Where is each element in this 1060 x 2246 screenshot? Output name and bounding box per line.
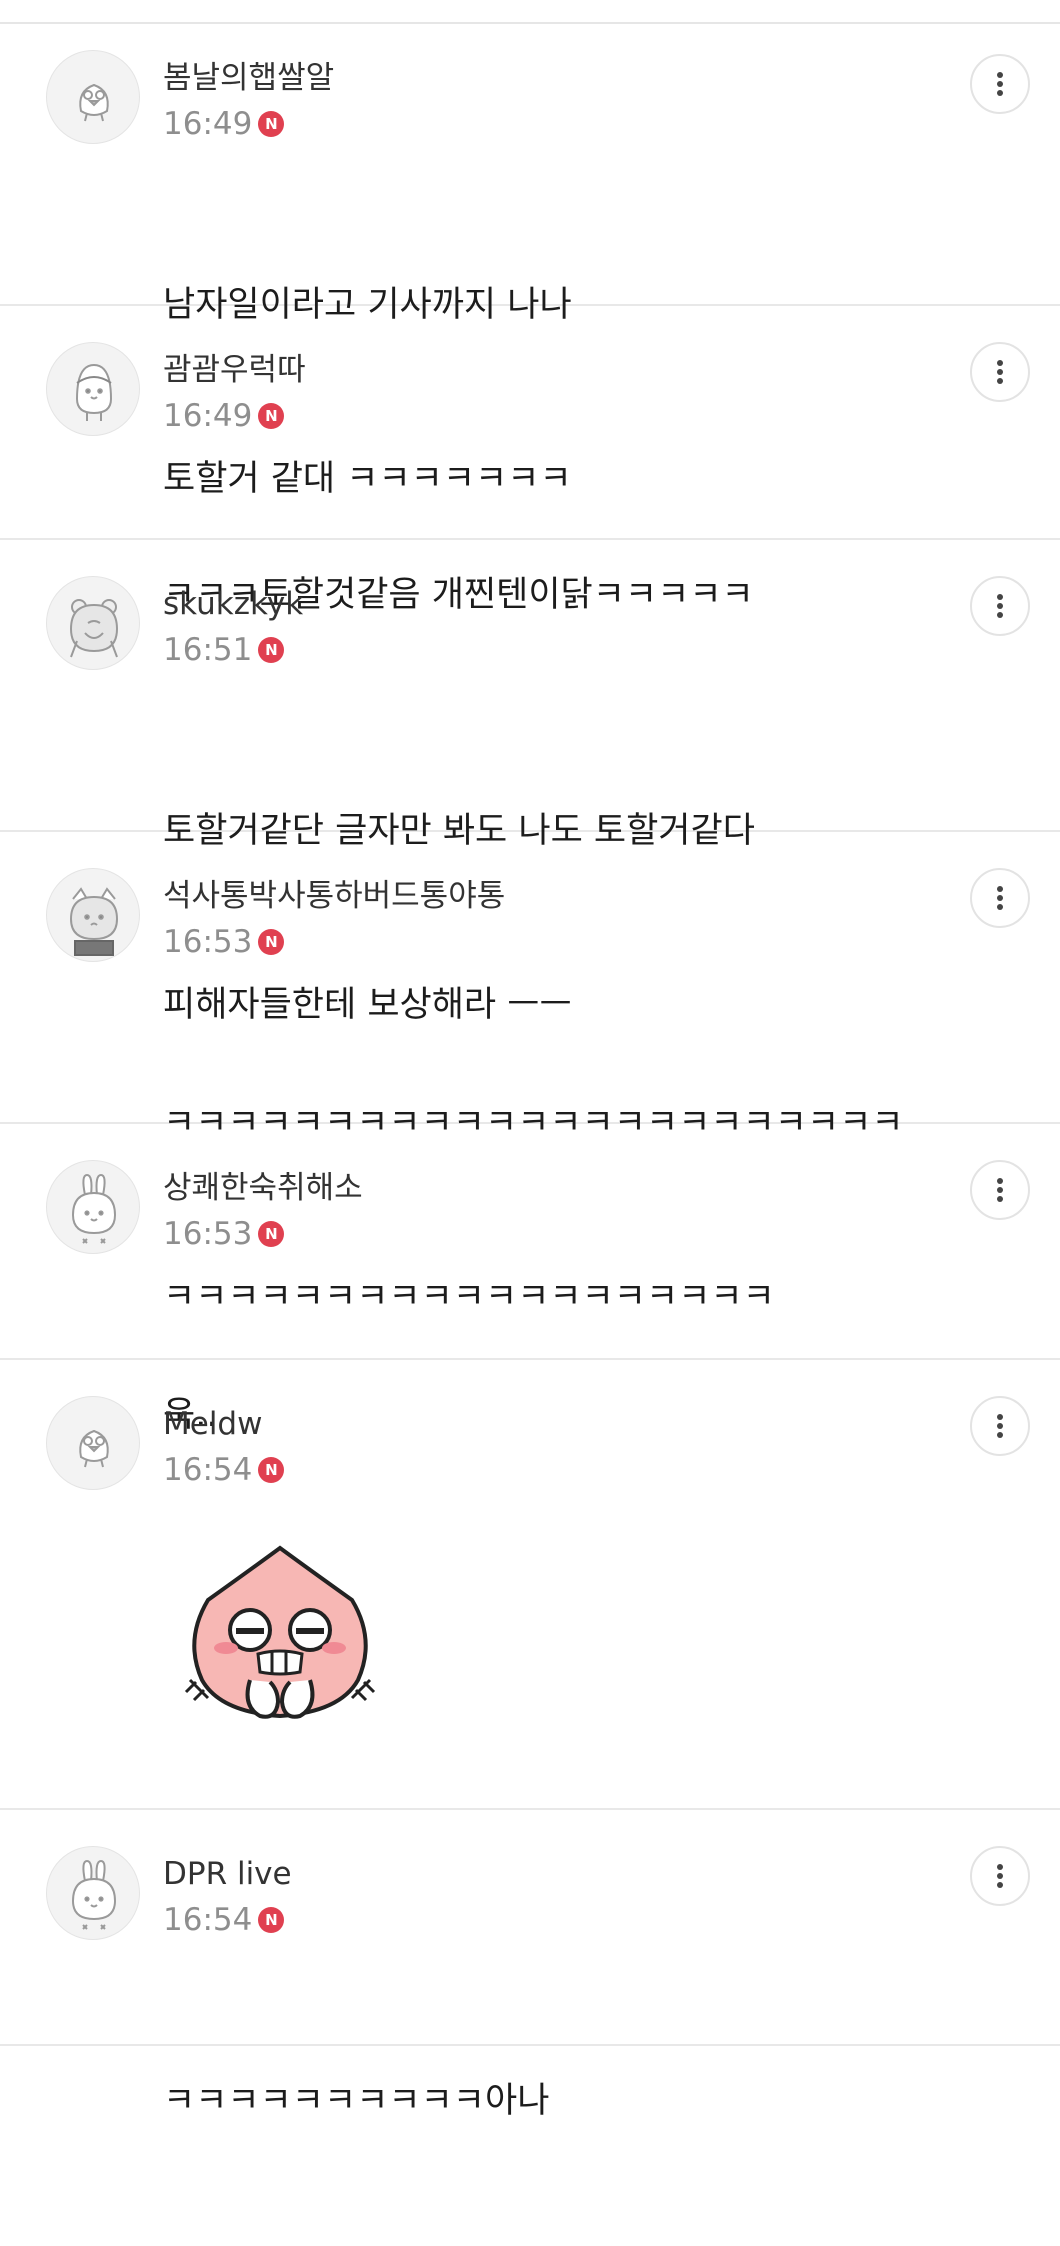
avatar[interactable] — [46, 50, 140, 144]
avatar[interactable] — [46, 342, 140, 436]
nickname[interactable]: 석사통박사통하버드통야통 — [163, 876, 505, 916]
more-vertical-icon — [997, 1414, 1003, 1438]
avatar[interactable] — [46, 576, 140, 670]
more-options-button[interactable] — [970, 868, 1030, 928]
nickname[interactable]: 봄날의햅쌀알 — [163, 58, 334, 98]
new-badge: N — [258, 111, 285, 137]
bird-character-icon — [79, 1429, 109, 1468]
timestamp: 16:49 — [163, 106, 253, 142]
sticker-image — [180, 1530, 380, 1750]
comment-line: ㅋㅋㅋㅋㅋㅋㅋㅋㅋㅋ아나 — [163, 2081, 550, 2121]
new-badge: N — [258, 637, 285, 663]
comment-text: ㅋㅋㅋㅋㅋㅋㅋㅋㅋㅋ아나 — [163, 1956, 549, 2246]
comment-meta: 16:53 N — [163, 1214, 285, 1254]
comment-item: 괌괌우럭따 16:49 N ㅋㅋㅋ토할것같음 개찐텐이닭ㅋㅋㅋㅋㅋ — [0, 306, 1060, 615]
timestamp: 16:53 — [163, 924, 253, 960]
more-options-button[interactable] — [970, 576, 1030, 636]
comment-item: 상쾌한숙취해소 16:53 N 욱.. — [0, 1124, 1060, 1435]
timestamp: 16:49 — [163, 398, 253, 434]
avatar[interactable] — [46, 868, 140, 962]
more-options-button[interactable] — [970, 342, 1030, 402]
comment-meta: 16:53 N — [163, 922, 285, 962]
timestamp: 16:54 — [163, 1902, 253, 1938]
peach-character-sticker — [184, 1545, 376, 1719]
nickname[interactable]: 괌괌우럭따 — [163, 350, 306, 390]
timestamp: 16:53 — [163, 1216, 253, 1252]
timestamp: 16:54 — [163, 1452, 253, 1488]
nickname[interactable]: 상쾌한숙취해소 — [163, 1168, 363, 1208]
comment-item: Meldw 16:54 N — [0, 1360, 1060, 1810]
avatar[interactable] — [46, 1846, 140, 1940]
more-options-button[interactable] — [970, 1160, 1030, 1220]
more-vertical-icon — [997, 1178, 1003, 1202]
comment-item: 석사통박사통하버드통야통 16:53 N ㅋㅋㅋㅋㅋㅋㅋㅋㅋㅋㅋㅋㅋㅋㅋㅋㅋㅋㅋ… — [0, 832, 1060, 1317]
more-vertical-icon — [997, 594, 1003, 618]
avatar[interactable] — [46, 1396, 140, 1490]
new-badge: N — [258, 1907, 285, 1933]
comment-meta: 16:51 N — [163, 630, 285, 670]
comment-item: 봄날의햅쌀알 16:49 N 남자일이라고 기사까지 나나 토할거 같대 ㅋㅋㅋ… — [0, 24, 1060, 499]
nickname[interactable]: skukzkyk — [163, 584, 303, 624]
more-vertical-icon — [997, 886, 1003, 910]
penguin-character-icon — [75, 363, 113, 421]
more-vertical-icon — [997, 72, 1003, 96]
more-vertical-icon — [997, 1864, 1003, 1888]
comment-meta: 16:54 N — [163, 1450, 285, 1490]
new-badge: N — [258, 929, 285, 955]
more-vertical-icon — [997, 360, 1003, 384]
new-badge: N — [258, 1457, 285, 1483]
bear-character-icon — [69, 599, 119, 658]
comment-meta: 16:54 N — [163, 1900, 285, 1940]
more-options-button[interactable] — [970, 54, 1030, 114]
new-badge: N — [258, 1221, 285, 1247]
nickname[interactable]: Meldw — [163, 1404, 262, 1444]
timestamp: 16:51 — [163, 632, 253, 668]
comment-item: skukzkyk 16:51 N 토할거같단 글자만 봐도 나도 토할거같다 피… — [0, 540, 1060, 1025]
avatar[interactable] — [46, 1160, 140, 1254]
cat-character-icon — [69, 887, 119, 956]
rabbit-character-icon — [71, 1173, 117, 1244]
comment-item: DPR live 16:54 N ㅋㅋㅋㅋㅋㅋㅋㅋㅋㅋ아나 — [0, 1810, 1060, 2121]
more-options-button[interactable] — [970, 1846, 1030, 1906]
comment-meta: 16:49 N — [163, 104, 285, 144]
more-options-button[interactable] — [970, 1396, 1030, 1456]
rabbit-character-icon — [71, 1859, 117, 1930]
nickname[interactable]: DPR live — [163, 1854, 292, 1894]
comment-meta: 16:49 N — [163, 396, 285, 436]
bird-character-icon — [79, 83, 109, 122]
new-badge: N — [258, 403, 285, 429]
